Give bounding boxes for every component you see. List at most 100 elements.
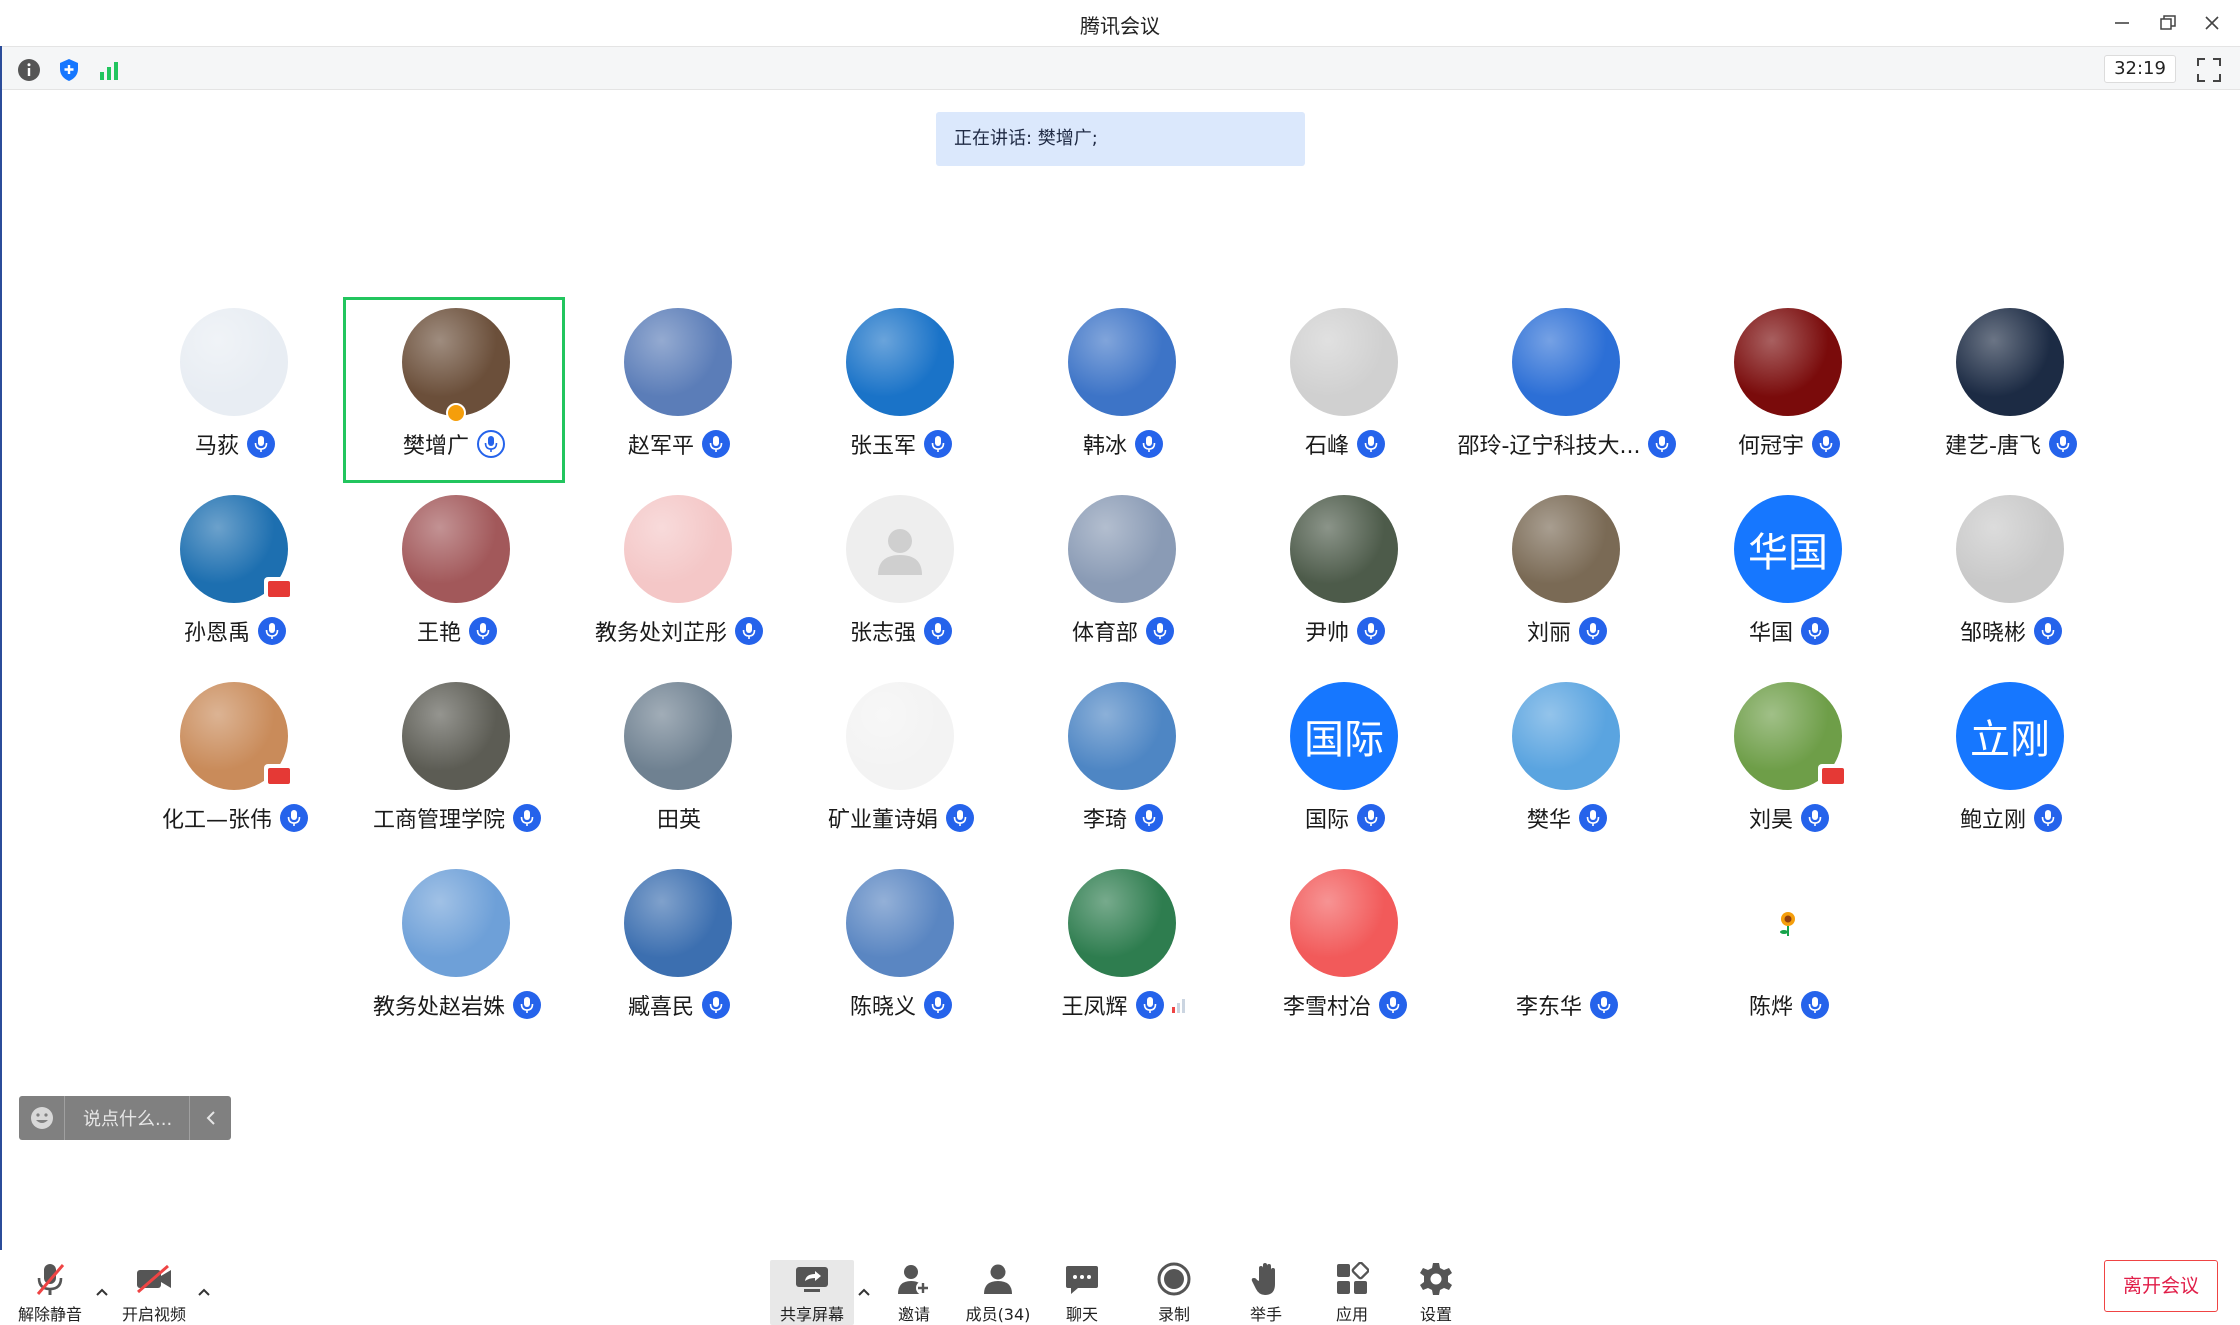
participant-tile[interactable]: 陈烨 (1678, 861, 1900, 1047)
participant-avatar (1290, 308, 1398, 416)
participant-tile[interactable]: 樊增广 (343, 297, 565, 483)
fullscreen-button[interactable] (2194, 55, 2224, 85)
mic-status-icon (735, 617, 763, 645)
participant-tile[interactable]: 邵玲-辽宁科技大... (1456, 300, 1678, 486)
participant-tile[interactable]: 孙恩禹 (124, 487, 346, 673)
mic-status-icon (247, 430, 275, 458)
participant-name-row: 赵军平 (568, 428, 790, 460)
mic-status-icon (1379, 991, 1407, 1019)
minimize-button[interactable] (2102, 6, 2142, 40)
start-video-label: 开启视频 (121, 1305, 186, 1324)
restore-button[interactable] (2148, 6, 2188, 40)
settings-button[interactable]: 设置 (1394, 1260, 1478, 1325)
participant-tile[interactable]: 邹晓彬 (1900, 487, 2122, 673)
participant-avatar (846, 308, 954, 416)
participant-tile[interactable]: 尹帅 (1234, 487, 1456, 673)
participant-tile[interactable]: 体育部 (1012, 487, 1234, 673)
participant-tile[interactable]: 华国 华国 (1678, 487, 1900, 673)
mic-status-icon (1135, 804, 1163, 832)
participant-name-row: 孙恩禹 (124, 615, 346, 647)
meeting-info-button[interactable] (16, 57, 42, 83)
participant-tile[interactable]: 立刚 鲍立刚 (1900, 674, 2122, 860)
unmute-label: 解除静音 (17, 1305, 82, 1324)
participant-tile[interactable]: 石峰 (1234, 300, 1456, 486)
participant-tile[interactable]: 刘昊 (1678, 674, 1900, 860)
participant-name: 石峰 (1304, 434, 1349, 459)
participant-tile[interactable]: 臧喜民 (568, 861, 790, 1047)
participant-name: 陈晓义 (849, 995, 916, 1020)
participant-tile[interactable]: 王艳 (346, 487, 568, 673)
video-options-button[interactable] (194, 1282, 214, 1302)
unmute-button[interactable]: 解除静音 (8, 1260, 92, 1325)
record-button[interactable]: 录制 (1132, 1260, 1216, 1325)
participant-name-row: 田英 (568, 802, 790, 834)
members-label: 成员(34) (965, 1305, 1031, 1324)
participant-name-row: 韩冰 (1012, 428, 1234, 460)
chat-button[interactable]: 聊天 (1040, 1260, 1124, 1325)
participant-tile[interactable]: 赵军平 (568, 300, 790, 486)
start-video-button[interactable]: 开启视频 (112, 1260, 196, 1325)
avatar-text: 华国 (1748, 531, 1828, 575)
participant-tile[interactable]: 陈晓义 (790, 861, 1012, 1047)
mic-status-icon (258, 617, 286, 645)
participant-tile[interactable]: 田英 (568, 674, 790, 860)
participant-avatar (1068, 495, 1176, 603)
raise-hand-button[interactable]: 举手 (1224, 1260, 1308, 1325)
participant-tile[interactable]: 教务处刘芷彤 (568, 487, 790, 673)
participant-tile[interactable]: 化工—张伟 (124, 674, 346, 860)
participant-tile[interactable]: 张志强 (790, 487, 1012, 673)
emoji-button[interactable] (19, 1096, 65, 1140)
participant-avatar (846, 869, 954, 977)
participant-name-row: 工商管理学院 (346, 802, 568, 834)
close-button[interactable] (2192, 6, 2232, 40)
mic-status-icon (1579, 617, 1607, 645)
mic-status-icon (2048, 430, 2077, 458)
leave-meeting-button[interactable]: 离开会议 (2104, 1260, 2218, 1312)
members-button[interactable]: 成员(34) (956, 1260, 1040, 1325)
invite-button[interactable]: 邀请 (872, 1260, 956, 1325)
participant-name: 韩冰 (1082, 434, 1127, 459)
participant-tile[interactable]: 王凤辉 (1012, 861, 1234, 1047)
apps-label: 应用 (1335, 1305, 1368, 1324)
participant-name: 化工—张伟 (161, 808, 272, 833)
participant-tile[interactable]: 李琦 (1012, 674, 1234, 860)
mic-status-icon (280, 804, 308, 832)
chat-placeholder[interactable]: 说点什么... (65, 1105, 189, 1131)
participant-tile[interactable]: 张玉军 (790, 300, 1012, 486)
participant-tile[interactable]: 工商管理学院 (346, 674, 568, 860)
share-options-button[interactable] (854, 1282, 874, 1302)
participant-tile[interactable]: 建艺-唐飞 (1900, 300, 2122, 486)
participant-avatar (1068, 869, 1176, 977)
participant-avatar (1734, 869, 1842, 977)
collapse-chat-button[interactable] (189, 1096, 231, 1140)
participant-name-row: 邹晓彬 (1900, 615, 2122, 647)
participant-name: 尹帅 (1304, 621, 1349, 646)
invite-label: 邀请 (897, 1305, 930, 1324)
participant-tile[interactable]: 樊华 (1456, 674, 1678, 860)
participant-tile[interactable]: 韩冰 (1012, 300, 1234, 486)
apps-button[interactable]: 应用 (1310, 1260, 1394, 1325)
participant-tile[interactable]: 李雪村冶 (1234, 861, 1456, 1047)
chevron-up-icon (198, 1288, 210, 1296)
participant-name: 国际 (1304, 808, 1349, 833)
share-screen-button[interactable]: 共享屏幕 (770, 1260, 854, 1325)
participant-name-row: 国际 (1234, 802, 1456, 834)
participant-tile[interactable]: 刘丽 (1456, 487, 1678, 673)
gear-icon (1420, 1262, 1452, 1295)
participant-name: 教务处赵岩姝 (372, 995, 505, 1020)
security-button[interactable] (56, 57, 82, 83)
participant-tile[interactable]: 教务处赵岩姝 (346, 861, 568, 1047)
network-status-button[interactable] (96, 57, 122, 83)
audio-options-button[interactable] (92, 1282, 112, 1302)
restore-icon (2160, 15, 2176, 30)
mic-status-icon (1135, 430, 1163, 458)
participant-name-row: 陈烨 (1678, 989, 1900, 1021)
chat-input-box[interactable]: 说点什么... (19, 1096, 231, 1140)
participant-tile[interactable]: 马荻 (124, 300, 346, 486)
chevron-left-icon (206, 1111, 215, 1125)
participant-tile[interactable]: 李东华 (1456, 861, 1678, 1047)
participant-tile[interactable]: 矿业董诗娟 (790, 674, 1012, 860)
participant-avatar (1734, 308, 1842, 416)
participant-tile[interactable]: 国际 国际 (1234, 674, 1456, 860)
participant-tile[interactable]: 何冠宇 (1678, 300, 1900, 486)
